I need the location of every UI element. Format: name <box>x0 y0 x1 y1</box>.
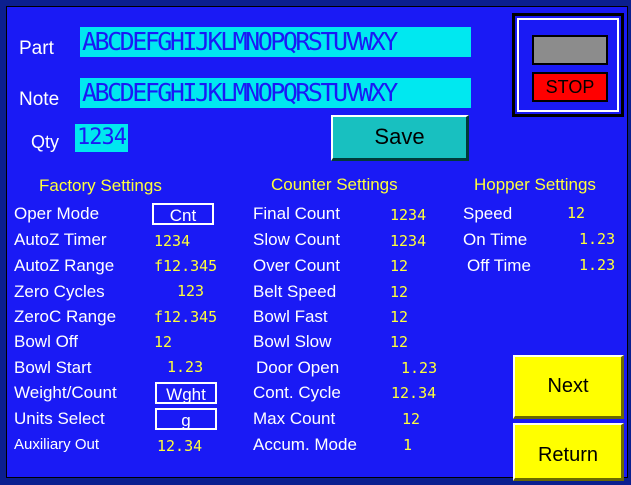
factory-label-oper-mode: Oper Mode <box>14 204 100 223</box>
counter-label-door-open: Door Open <box>256 358 340 377</box>
counter-label-max-count: Max Count <box>253 409 336 428</box>
autoz-timer-value[interactable]: 1234 <box>154 232 190 250</box>
counter-label-over-count: Over Count <box>253 256 340 275</box>
part-label: Part <box>19 38 54 59</box>
next-button[interactable]: Next <box>513 355 624 419</box>
counter-label-belt-speed: Belt Speed <box>253 282 337 301</box>
slow-count-value[interactable]: 1234 <box>390 232 426 250</box>
bowl-off-value[interactable]: 12 <box>154 333 172 351</box>
qty-label: Qty <box>31 132 60 152</box>
factory-settings-header: Factory Settings <box>39 176 162 195</box>
factory-label-zeroc-range: ZeroC Range <box>14 307 117 326</box>
note-label: Note <box>19 89 60 110</box>
oper-mode-select[interactable]: Cnt <box>152 203 214 225</box>
weight-count-select[interactable]: Wght <box>155 382 217 404</box>
status-panel: STOP <box>512 13 624 117</box>
factory-label-bowl-off: Bowl Off <box>14 332 78 351</box>
part-field[interactable]: ABCDEFGHIJKLMNOPQRSTUVWXY <box>80 27 471 57</box>
factory-label-weight-count: Weight/Count <box>14 383 117 402</box>
auxiliary-out-value[interactable]: 12.34 <box>157 437 202 455</box>
counter-label-bowl-fast: Bowl Fast <box>253 307 328 326</box>
factory-label-auxiliary-out: Auxiliary Out <box>14 436 100 453</box>
qty-field[interactable]: 1234 <box>75 124 128 152</box>
note-field[interactable]: ABCDEFGHIJKLMNOPQRSTUVWXY <box>80 78 471 108</box>
zeroc-range-value[interactable]: f12.345 <box>154 308 217 326</box>
belt-speed-value[interactable]: 12 <box>390 283 408 301</box>
counter-label-accum-mode: Accum. Mode <box>253 435 357 454</box>
bowl-fast-value[interactable]: 12 <box>390 308 408 326</box>
counter-label-slow-count: Slow Count <box>253 230 340 249</box>
bowl-slow-value[interactable]: 12 <box>390 333 408 351</box>
return-button[interactable]: Return <box>513 423 624 481</box>
hopper-on-time-value[interactable]: 1.23 <box>579 230 615 248</box>
over-count-value[interactable]: 12 <box>390 257 408 275</box>
status-indicator <box>532 35 608 65</box>
autoz-range-value[interactable]: f12.345 <box>154 257 217 275</box>
units-select[interactable]: g <box>155 408 217 430</box>
factory-label-units-select: Units Select <box>14 409 105 428</box>
hopper-label-off-time: Off Time <box>467 256 531 275</box>
factory-label-autoz-timer: AutoZ Timer <box>14 230 107 249</box>
bowl-start-value[interactable]: 1.23 <box>167 358 203 376</box>
max-count-value[interactable]: 12 <box>402 410 420 428</box>
save-button[interactable]: Save <box>331 115 469 161</box>
stop-button[interactable]: STOP <box>532 72 608 102</box>
factory-label-autoz-range: AutoZ Range <box>14 256 115 275</box>
door-open-value[interactable]: 1.23 <box>401 359 437 377</box>
counter-label-bowl-slow: Bowl Slow <box>253 332 332 351</box>
hopper-settings-header: Hopper Settings <box>474 175 596 194</box>
counter-label-cont-cycle: Cont. Cycle <box>253 383 341 402</box>
zero-cycles-value[interactable]: 123 <box>177 282 204 300</box>
cont-cycle-value[interactable]: 12.34 <box>391 384 436 402</box>
hopper-label-speed: Speed <box>463 204 513 223</box>
hopper-label-on-time: On Time <box>463 230 528 249</box>
factory-label-zero-cycles: Zero Cycles <box>14 282 105 301</box>
hopper-speed-value[interactable]: 12 <box>567 204 585 222</box>
counter-label-final-count: Final Count <box>253 204 340 223</box>
factory-label-bowl-start: Bowl Start <box>14 358 92 377</box>
hopper-off-time-value[interactable]: 1.23 <box>579 256 615 274</box>
hmi-screen: Part ABCDEFGHIJKLMNOPQRSTUVWXY Note ABCD… <box>6 6 628 481</box>
final-count-value[interactable]: 1234 <box>390 206 426 224</box>
accum-mode-value[interactable]: 1 <box>403 436 412 454</box>
counter-settings-header: Counter Settings <box>271 175 398 194</box>
